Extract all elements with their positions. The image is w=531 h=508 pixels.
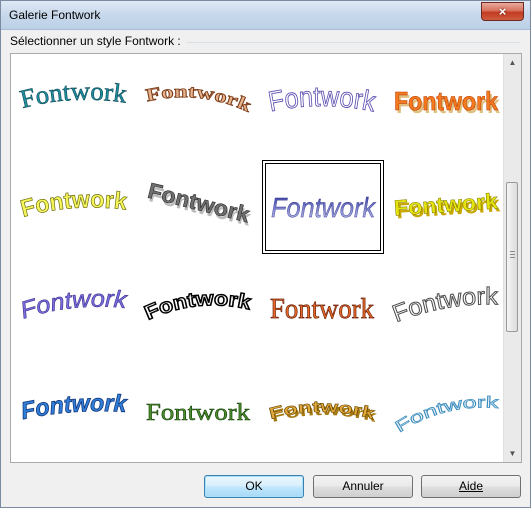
fontwork-preview: FontworkFontwork xyxy=(394,86,501,119)
fontwork-text: Fontwork xyxy=(146,400,250,426)
fontwork-style-arc-light-blue[interactable]: Fontwork xyxy=(386,364,508,458)
scrollbar-thumb[interactable] xyxy=(506,182,518,332)
fontwork-style-green[interactable]: Fontwork xyxy=(138,364,260,458)
fontwork-text: Fontwork xyxy=(145,178,253,228)
help-button[interactable]: Aide xyxy=(421,475,521,498)
fontwork-style-arc-brown[interactable]: Fontwork xyxy=(138,58,260,152)
fontwork-text: Fontwork xyxy=(388,277,504,329)
fontwork-preview: Fontwork xyxy=(270,294,375,326)
fontwork-text: Fontwork xyxy=(268,399,377,423)
fontwork-text: Fontwork xyxy=(270,294,374,325)
scroll-up-icon[interactable]: ▲ xyxy=(504,54,521,71)
fontwork-style-yellow-slant[interactable]: Fontwork xyxy=(14,160,136,254)
fontwork-text: Fontwork xyxy=(390,385,504,438)
fontwork-style-outline-purple[interactable]: Fontwork xyxy=(262,58,384,152)
scroll-down-icon[interactable]: ▼ xyxy=(504,445,521,462)
help-label: Aide xyxy=(458,479,484,493)
ok-button[interactable]: OK xyxy=(204,475,304,498)
group-label: Sélectionner un style Fontwork : xyxy=(10,34,185,48)
fontwork-style-arc-gray[interactable]: Fontwork xyxy=(386,262,508,356)
fontwork-preview: FontworkFontwork xyxy=(267,398,378,426)
fontwork-preview: Fontwork xyxy=(387,277,504,330)
fontwork-preview: Fontwork xyxy=(265,80,379,118)
fontwork-style-blue-3d[interactable]: Fontwork xyxy=(14,364,136,458)
fontwork-style-orange-3d[interactable]: Fontwork Fontwork xyxy=(386,58,508,152)
fontwork-gallery-dialog: Galerie Fontwork × Sélectionner un style… xyxy=(0,0,531,508)
fontwork-style-wave-purple[interactable]: Fontwork xyxy=(14,262,136,356)
fontwork-preview: Fontwork xyxy=(16,281,133,326)
fontwork-text: Fontwork xyxy=(142,76,256,116)
fontwork-text: Fontwork xyxy=(17,74,130,114)
fontwork-style-yellow-3d[interactable]: Fontwork Fontwork xyxy=(386,160,508,254)
fontwork-text: Fontwork xyxy=(271,192,377,223)
fontwork-preview: FontworkFontwork xyxy=(393,188,502,223)
group-divider xyxy=(187,42,520,43)
window-title: Galerie Fontwork xyxy=(9,8,101,22)
fontwork-preview: FontworkFontwork xyxy=(145,178,254,231)
fontwork-style-orange-outline[interactable]: Fontwork xyxy=(262,262,384,356)
fontwork-text: Fontwork xyxy=(17,281,133,325)
fontwork-style-arch-teal[interactable]: Fontwork xyxy=(14,58,136,152)
fontwork-text: Fontwork xyxy=(17,183,130,223)
close-button[interactable]: × xyxy=(481,2,524,21)
title-bar[interactable]: Galerie Fontwork × xyxy=(1,1,530,30)
fontwork-preview: Fontwork xyxy=(17,74,131,115)
grip-line xyxy=(510,251,515,252)
fontwork-style-blue-gradient[interactable]: Fontwork xyxy=(262,160,384,254)
vertical-scrollbar[interactable]: ▲ ▼ xyxy=(503,54,521,462)
fontwork-text: Fontwork xyxy=(394,86,498,116)
fontwork-text: Fontwork xyxy=(140,283,256,326)
fontwork-style-arc-gold[interactable]: Fontwork Fontwork xyxy=(262,364,384,458)
fontwork-preview: Fontwork xyxy=(390,385,505,438)
fontwork-style-arch-black[interactable]: Fontwork xyxy=(138,262,260,356)
cancel-button[interactable]: Annuler xyxy=(313,475,413,498)
close-icon: × xyxy=(498,4,507,19)
grip-line xyxy=(510,257,515,258)
fontwork-style-gray-3d[interactable]: Fontwork Fontwork xyxy=(138,160,260,254)
fontwork-preview: Fontwork xyxy=(17,183,131,224)
fontwork-text: Fontwork xyxy=(266,81,379,118)
fontwork-text: Fontwork xyxy=(18,387,130,426)
fontwork-preview: Fontwork xyxy=(271,192,377,223)
grip-line xyxy=(510,254,515,255)
fontwork-gallery: Fontwork Fontwork Fontwork Fontwork Fontwork… xyxy=(10,53,522,463)
fontwork-preview: Fontwork xyxy=(140,282,257,326)
fontwork-preview: Fontwork xyxy=(18,387,131,426)
fontwork-preview: Fontwork xyxy=(142,76,256,117)
fontwork-preview: Fontwork xyxy=(146,400,251,427)
